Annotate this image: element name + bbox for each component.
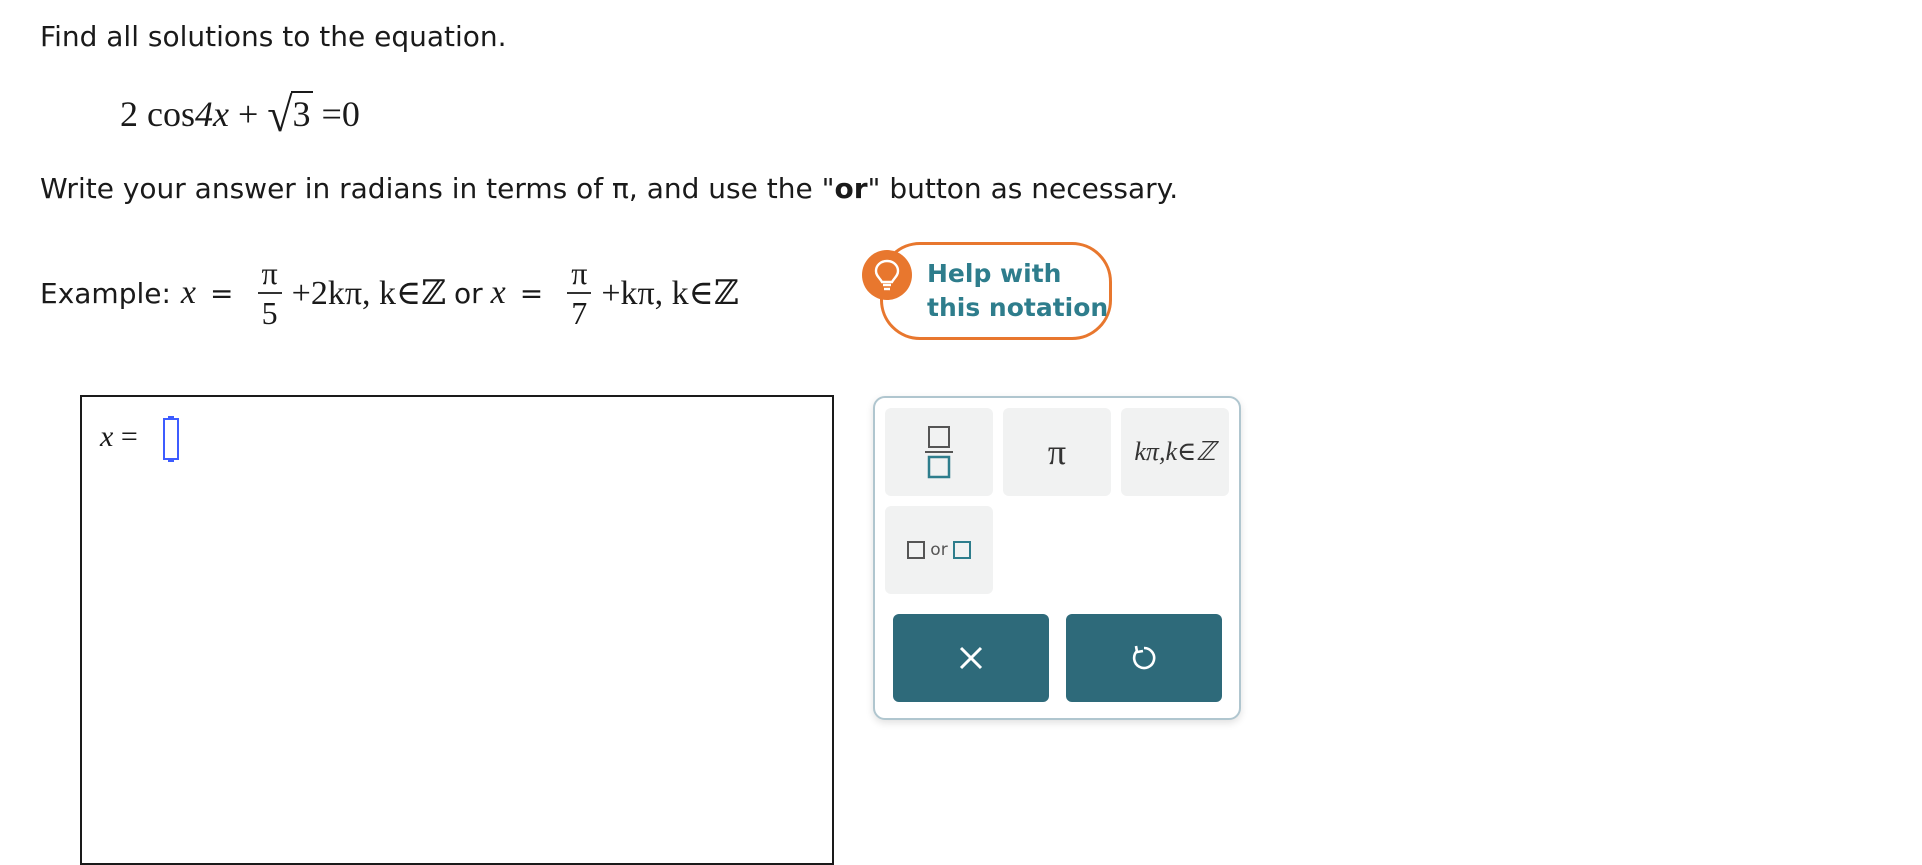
help-line-2: this notation [927,293,1109,322]
undo-icon [1132,645,1156,670]
answer-cursor-placeholder[interactable] [163,416,179,462]
or-key[interactable]: or [885,506,993,594]
help-notation-button[interactable]: Help with this notation [880,242,1112,340]
fraction-2-numerator: π [571,255,588,291]
equation: 2 cos4x + √3 =0 [120,87,360,142]
k-pi-integer-key[interactable]: kπ,k∈ℤ [1121,408,1229,496]
fraction-2-denominator: 7 [567,292,592,332]
pi-key-label: π [1047,432,1067,472]
answer-input-box[interactable] [80,395,834,865]
directions-after: " button as necessary. [867,172,1179,205]
equation-plus: + [237,94,259,134]
fraction-1-numerator: π [261,255,278,291]
example-or: or [453,276,483,310]
example-term-2: +kπ, k∈ℤ [601,275,739,312]
or-key-label: or [930,540,948,560]
help-line-1: Help with [927,259,1062,288]
fraction-icon [925,426,953,479]
directions-text: Write your answer in radians in terms of… [40,172,1178,205]
equation-coef: 2 [120,94,138,134]
or-left-box-icon [907,541,926,559]
sqrt-symbol: √3 [267,87,313,142]
k-pi-key-label: kπ,k∈ℤ [1134,437,1216,466]
answer-label: x = [100,420,138,453]
equation-radicand: 3 [290,91,313,135]
example-fraction-1: π 5 [257,254,282,332]
close-icon [959,646,983,670]
instruction-text: Find all solutions to the equation. [40,20,507,53]
example-fraction-2: π 7 [567,254,592,332]
example-var-1: x [180,274,197,311]
clear-button[interactable] [893,614,1049,702]
help-notation-label: Help with this notation [927,257,1108,325]
example-eq-1: = [210,276,234,310]
fraction-key[interactable] [885,408,993,496]
or-right-box-icon [952,541,971,559]
example-label: Example: [40,276,171,310]
directions-before: Write your answer in radians in terms of… [40,172,835,205]
pi-key[interactable]: π [1003,408,1111,496]
example-row: Example: x = π 5 +2kπ, k∈ℤ or x = π 7 +k… [40,254,739,332]
equation-equals: =0 [321,94,360,134]
directions-or-bold: or [834,172,868,205]
math-palette: π kπ,k∈ℤ or [873,396,1241,720]
lightbulb-icon[interactable] [862,250,912,300]
example-var-2: x [490,274,506,311]
undo-button[interactable] [1066,614,1222,702]
fraction-1-denominator: 5 [257,292,282,332]
example-eq-2: = [519,276,544,310]
example-term-1: +2kπ, k∈ℤ [291,275,446,312]
equation-func: cos [147,94,195,134]
equation-arg: 4x [195,94,229,134]
